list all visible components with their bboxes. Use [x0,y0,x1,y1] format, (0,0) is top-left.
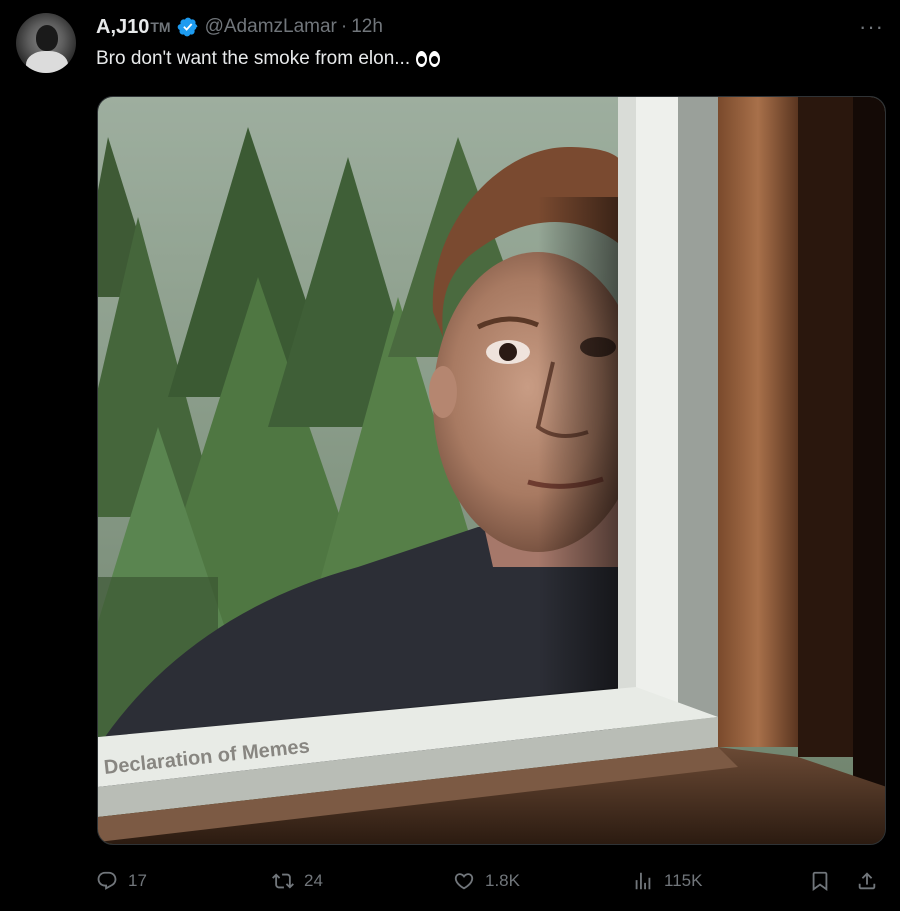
reply-button[interactable]: 17 [96,865,147,897]
views-button[interactable]: 115K [632,865,702,897]
tweet-text: Bro don't want the smoke from elon... [96,48,441,70]
avatar-body [26,51,68,73]
display-name[interactable]: A,J10 [96,16,149,39]
bookmark-icon [812,871,828,892]
retweet-icon [272,873,294,889]
media-image[interactable]: Declaration of Memes [97,96,886,845]
retweet-button[interactable]: 24 [272,865,323,897]
like-icon [454,873,474,890]
action-bar: 17 24 1.8K 115K [96,865,890,897]
reply-count: 17 [128,871,147,890]
avatar-head [36,25,58,51]
display-name-tm: TM [150,19,171,35]
more-icon[interactable]: ··· [859,14,884,40]
reply-icon [97,871,117,890]
separator-dot: · [340,16,348,37]
tweet-header: A,J10 TM @AdamzLamar · 12h [96,13,383,41]
avatar[interactable] [16,13,76,73]
handle[interactable]: @AdamzLamar [205,16,337,38]
eye-right [429,51,441,67]
views-count: 115K [664,871,703,890]
eye-left [416,51,428,67]
like-button[interactable]: 1.8K [453,865,520,897]
photo-window-scene [98,97,885,844]
share-icon [858,872,876,890]
timestamp[interactable]: 12h [351,16,383,38]
verified-badge-icon[interactable] [177,16,199,38]
bookmark-button[interactable] [809,865,831,897]
retweet-count: 24 [304,871,323,890]
tweet-text-body: Bro don't want the smoke from elon... [96,48,411,69]
views-icon [635,872,651,890]
eyes-emoji-icon [416,51,441,67]
like-count: 1.8K [485,871,520,890]
tweet[interactable]: A,J10 TM @AdamzLamar · 12h ··· Bro don't… [0,0,900,911]
share-button[interactable] [856,865,878,897]
